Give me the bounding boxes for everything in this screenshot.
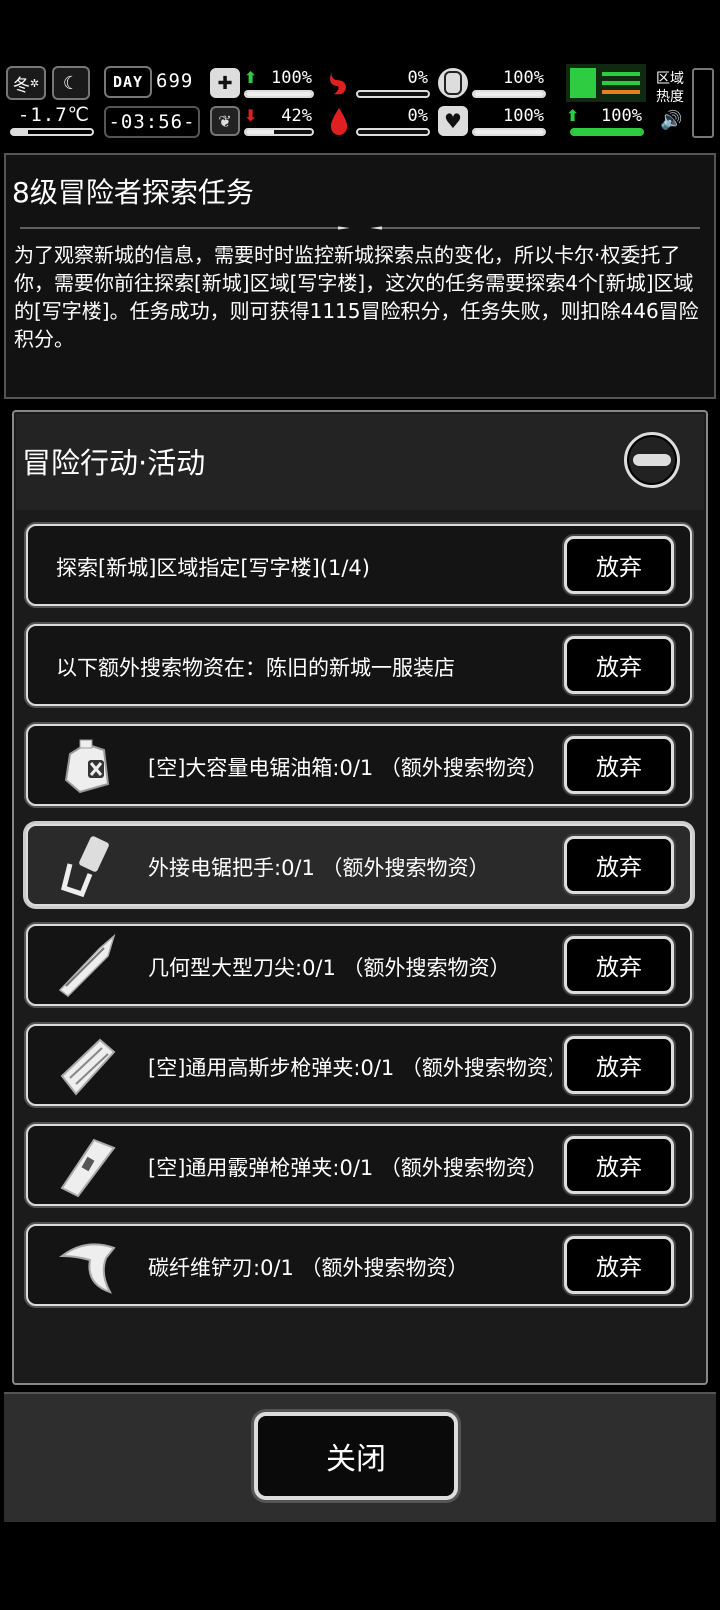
quest-row: [空]大容量电锯油箱:0/1 （额外搜索物资） 放弃 [26, 724, 692, 806]
health-value: 100% [271, 68, 312, 88]
speaker-icon[interactable]: 🔊 [660, 110, 682, 131]
temperature-value: -1.7℃ [17, 104, 90, 126]
mission-description: 为了观察新城的信息，需要时时监控新城探索点的变化，所以卡尔·权委托了你，需要你前… [14, 243, 699, 351]
medkit-icon: ✚ [210, 68, 240, 98]
heart-bar [472, 128, 546, 136]
water-bottle-icon [438, 68, 468, 98]
heart-icon: ♥ [438, 106, 468, 136]
quest-row-text: [空]大容量电锯油箱:0/1 （额外搜索物资） [148, 756, 548, 780]
abandon-button[interactable]: 放弃 [564, 1136, 674, 1194]
quest-row: 探索[新城]区域指定[写字楼](1/4) 放弃 [26, 524, 692, 606]
clock-time: -03:56- [108, 111, 196, 133]
clock-box: -03:56- [104, 106, 200, 138]
collapse-button[interactable] [624, 432, 680, 488]
fuel-tank-icon [64, 739, 110, 794]
leg-bar [570, 128, 644, 136]
abandon-button[interactable]: 放弃 [564, 736, 674, 794]
abandon-button[interactable]: 放弃 [564, 536, 674, 594]
abandon-button[interactable]: 放弃 [564, 836, 674, 894]
quest-row-text: 碳纤维铲刃:0/1 （额外搜索物资） [148, 1256, 469, 1280]
season-label: 冬 [12, 75, 30, 96]
zone-heat-meter [692, 68, 714, 138]
day-number: 699 [156, 70, 194, 92]
day-label-box: DAY [104, 66, 152, 98]
quest-row: 几何型大型刀尖:0/1 （额外搜索物资） 放弃 [26, 924, 692, 1006]
season-badge: 冬 ✲ [6, 66, 46, 100]
quest-row-text: 以下额外搜索物资在：陈旧的新城一服装店 [56, 656, 455, 680]
blood-bar [356, 128, 430, 136]
minus-icon [633, 454, 671, 466]
day-label: DAY [112, 73, 144, 91]
chainsaw-handle-icon [61, 836, 109, 898]
boot-icon [570, 68, 596, 98]
hunger-value: 0% [407, 68, 428, 88]
temperature-bar [10, 128, 94, 136]
quest-row-text: 探索[新城]区域指定[写字楼](1/4) [56, 556, 370, 580]
quest-row: 外接电锯把手:0/1 （额外搜索物资） 放弃 [26, 824, 692, 906]
quest-list-panel: 冒险行动·活动 探索[新城]区域指定[写字楼](1/4) 放弃 以下额外搜索物资… [12, 410, 708, 1385]
quest-row: 碳纤维铲刃:0/1 （额外搜索物资） 放弃 [26, 1224, 692, 1306]
brain-icon: ❦ [210, 106, 240, 136]
abandon-button[interactable]: 放弃 [564, 636, 674, 694]
quest-row: [空]通用霰弹枪弹夹:0/1 （额外搜索物资） 放弃 [26, 1124, 692, 1206]
close-button[interactable]: 关闭 [254, 1412, 458, 1500]
blade-tip-icon [58, 934, 116, 997]
stamina-bar [244, 128, 314, 136]
quest-row-text: [空]通用霰弹枪弹夹:0/1 （额外搜索物资） [148, 1156, 548, 1180]
leg-value: 100% [601, 106, 642, 126]
shotgun-magazine-icon [60, 1138, 116, 1198]
mission-panel: 8级冒险者探索任务 为了观察新城的信息，需要时时监控新城探索点的变化，所以卡尔·… [4, 153, 716, 399]
abandon-button[interactable]: 放弃 [564, 1036, 674, 1094]
health-bar [244, 90, 314, 98]
snowflake-icon: ✲ [29, 76, 40, 90]
temperature-display: -1.7℃ [10, 104, 94, 138]
abandon-button[interactable]: 放弃 [564, 936, 674, 994]
blood-drop-icon [328, 106, 350, 136]
quest-row-text: [空]通用高斯步枪弹夹:0/1 （额外搜索物资） [148, 1056, 552, 1080]
quest-row: 以下额外搜索物资在：陈旧的新城一服装店 放弃 [26, 624, 692, 706]
mission-divider [20, 226, 700, 230]
quest-list-title: 冒险行动·活动 [22, 446, 206, 480]
hunger-bar [356, 90, 430, 98]
heart-value: 100% [503, 106, 544, 126]
boot-panel [566, 64, 646, 102]
stomach-icon [326, 68, 350, 98]
moon-icon: ☾ [52, 66, 90, 100]
rifle-magazine-icon [60, 1038, 116, 1096]
mission-title: 8级冒险者探索任务 [12, 176, 254, 209]
water-value: 100% [503, 68, 544, 88]
water-bar [472, 90, 546, 98]
blood-value: 0% [407, 106, 428, 126]
shovel-blade-icon [58, 1243, 116, 1294]
quest-row-text: 几何型大型刀尖:0/1 （额外搜索物资） [148, 956, 511, 980]
quest-row-text: 外接电锯把手:0/1 （额外搜索物资） [148, 856, 490, 880]
abandon-button[interactable]: 放弃 [564, 1236, 674, 1294]
stamina-value: 42% [281, 106, 312, 126]
quest-list-header: 冒险行动·活动 [16, 414, 704, 510]
zone-heat-label: 区域热度 [656, 71, 684, 105]
status-hud: 冬 ✲ ☾ -1.7℃ DAY 699 -03:56- ✚ ⬆ 100% ❦ ⬇ … [0, 64, 720, 144]
quest-row: [空]通用高斯步枪弹夹:0/1 （额外搜索物资） 放弃 [26, 1024, 692, 1106]
